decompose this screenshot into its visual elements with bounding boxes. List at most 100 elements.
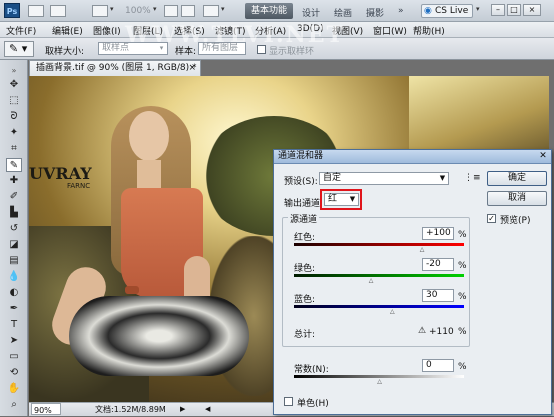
output-channel-value: 红	[328, 194, 338, 204]
workspace-photography[interactable]: 摄影	[366, 6, 384, 19]
red-value-field[interactable]: +100	[422, 227, 454, 240]
lasso-tool-icon[interactable]: ᘐ	[6, 110, 22, 124]
constant-label: 常数(N):	[294, 365, 329, 375]
percent-sign: %	[458, 327, 467, 337]
canvas-text-uvray: UVRAY	[29, 164, 92, 183]
collapse-toolbox-icon[interactable]: »	[6, 64, 22, 78]
red-slider-thumb[interactable]: △	[419, 247, 426, 253]
blue-value-field[interactable]: 30	[422, 289, 454, 302]
constant-slider-thumb[interactable]: △	[376, 379, 383, 385]
menu-help[interactable]: 帮助(H)	[413, 24, 445, 37]
brush-tool-icon[interactable]: ✐	[6, 190, 22, 204]
zoom-tool-icon[interactable]: ⌕	[6, 398, 22, 412]
preset-options-icon[interactable]: ⋮≡	[464, 173, 481, 183]
preset-select[interactable]: 自定 ▼	[319, 172, 449, 185]
blue-slider-thumb[interactable]: △	[389, 309, 396, 315]
dodge-tool-icon[interactable]: ◐	[6, 286, 22, 300]
quick-selection-tool-icon[interactable]: ✦	[6, 126, 22, 140]
eyedropper-preset-icon[interactable]: ✎ ▾	[4, 41, 34, 57]
green-slider-thumb[interactable]: △	[368, 278, 375, 284]
menu-edit[interactable]: 编辑(E)	[52, 24, 83, 37]
constant-value-field[interactable]: 0	[422, 359, 454, 372]
cs-live-button[interactable]: ◉ CS Live	[421, 4, 473, 18]
shape-tool-icon[interactable]: ▭	[6, 350, 22, 364]
close-tab-icon[interactable]: ×	[188, 61, 196, 76]
red-slider-track[interactable]	[294, 243, 464, 246]
hand-tool-icon[interactable]: ✋	[6, 382, 22, 396]
status-menu-arrow-icon[interactable]: ▶	[180, 403, 185, 416]
percent-sign: %	[458, 362, 467, 372]
total-label: 总计:	[294, 330, 316, 340]
maximize-button[interactable]: □	[507, 4, 521, 16]
blur-tool-icon[interactable]: 💧	[6, 270, 22, 284]
cancel-button[interactable]: 取消	[487, 191, 547, 206]
chevron-down-icon: ▼	[349, 195, 356, 203]
eraser-tool-icon[interactable]: ◪	[6, 238, 22, 252]
source-channels-label: 源通道	[288, 212, 320, 225]
patterned-pants-shape	[69, 296, 249, 376]
blue-slider-track[interactable]	[294, 305, 464, 308]
rotate-view-icon[interactable]	[181, 5, 195, 17]
toolbox: » ✥ ⬚ ᘐ ✦ ⌗ ✎ ✚ ✐ ▙ ↺ ◪ ▤ 💧 ◐ ✒ T ➤ ▭ ⟲ …	[0, 60, 28, 416]
red-label: 红色:	[294, 233, 316, 243]
chevron-down-icon[interactable]: ▾	[221, 5, 229, 13]
menu-image[interactable]: 图像(I)	[93, 24, 121, 37]
hand-icon[interactable]	[164, 5, 178, 17]
mini-bridge-icon[interactable]	[50, 5, 66, 17]
minimize-button[interactable]: –	[491, 4, 505, 16]
dialog-title: 通道混和器	[278, 151, 324, 161]
app-bar: Ps ▾ 100% ▾ ▾ 基本功能 设计 绘画 摄影 » ◉ CS Live …	[0, 0, 554, 22]
arrange-documents-icon[interactable]	[203, 5, 219, 17]
bracelet-shape	[125, 286, 139, 294]
output-channel-label: 输出通道:	[284, 199, 324, 209]
ok-button[interactable]: 确定	[487, 171, 547, 186]
chevron-down-icon[interactable]: ▾	[153, 5, 161, 13]
more-workspaces-button[interactable]: »	[398, 6, 404, 16]
cs-live-icon: ◉	[424, 6, 432, 16]
total-value: +110	[429, 327, 454, 337]
face-shape	[129, 111, 169, 161]
dialog-titlebar[interactable]: 通道混和器 ✕	[274, 150, 551, 164]
type-tool-icon[interactable]: T	[6, 318, 22, 332]
bridge-icon[interactable]	[28, 5, 44, 17]
percent-sign: %	[458, 230, 467, 240]
blue-label: 蓝色:	[294, 295, 316, 305]
chevron-down-icon[interactable]: ▾	[476, 5, 484, 13]
3d-rotate-tool-icon[interactable]: ⟲	[6, 366, 22, 380]
output-channel-select[interactable]: 红 ▼	[324, 193, 359, 206]
clone-stamp-tool-icon[interactable]: ▙	[6, 206, 22, 220]
chevron-down-icon[interactable]: ▾	[110, 5, 118, 13]
zoom-field[interactable]: 90%	[31, 403, 61, 415]
warning-icon: ⚠	[418, 326, 427, 336]
marquee-tool-icon[interactable]: ⬚	[6, 94, 22, 108]
chevron-down-icon: ▼	[439, 174, 446, 182]
workspace-painting[interactable]: 绘画	[334, 6, 352, 19]
document-tab[interactable]: 插画背景.tif @ 90% (图层 1, RGB/8) * ×	[29, 60, 201, 76]
eyedropper-tool-icon[interactable]: ✎	[6, 158, 22, 172]
close-window-button[interactable]: ×	[523, 4, 541, 16]
green-value-field[interactable]: -20	[422, 258, 454, 271]
workspace-design[interactable]: 设计	[302, 6, 320, 19]
monochrome-checkbox[interactable]	[284, 397, 293, 406]
cs-live-label: CS Live	[435, 6, 469, 16]
move-tool-icon[interactable]: ✥	[6, 78, 22, 92]
green-slider-track[interactable]	[294, 274, 464, 277]
photoshop-logo: Ps	[4, 3, 20, 18]
view-extras-icon[interactable]	[92, 5, 108, 17]
gradient-tool-icon[interactable]: ▤	[6, 254, 22, 268]
pen-tool-icon[interactable]: ✒	[6, 302, 22, 316]
scroll-left-icon[interactable]: ◀	[205, 403, 210, 416]
zoom-level[interactable]: 100%	[125, 6, 151, 16]
neck-shape	[137, 160, 161, 190]
crop-tool-icon[interactable]: ⌗	[6, 142, 22, 156]
menu-window[interactable]: 窗口(W)	[373, 24, 407, 37]
monochrome-label: 单色(H)	[297, 399, 329, 409]
menu-file[interactable]: 文件(F)	[6, 24, 36, 37]
close-icon[interactable]: ✕	[538, 152, 548, 162]
preview-checkbox[interactable]: ✓	[487, 214, 496, 223]
healing-brush-tool-icon[interactable]: ✚	[6, 174, 22, 188]
path-selection-tool-icon[interactable]: ➤	[6, 334, 22, 348]
sky-highlight	[409, 76, 549, 156]
history-brush-tool-icon[interactable]: ↺	[6, 222, 22, 236]
workspace-essentials-button[interactable]: 基本功能	[245, 3, 293, 19]
